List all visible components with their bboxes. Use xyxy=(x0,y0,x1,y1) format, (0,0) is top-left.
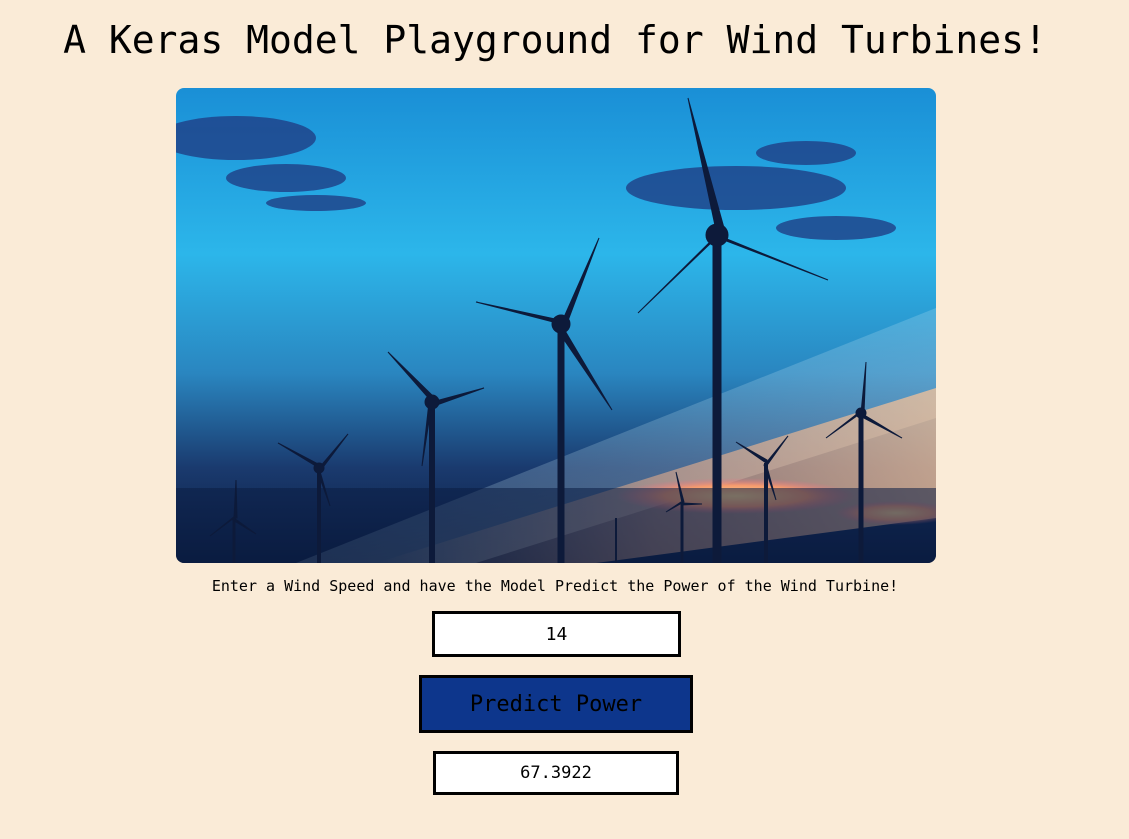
wind-turbine-hero-image xyxy=(176,88,936,563)
page-title: A Keras Model Playground for Wind Turbin… xyxy=(63,18,1047,62)
predicted-power-output: 67.3922 xyxy=(433,751,679,795)
wind-speed-input[interactable] xyxy=(432,611,681,657)
predict-power-button[interactable]: Predict Power xyxy=(419,675,693,733)
instruction-text: Enter a Wind Speed and have the Model Pr… xyxy=(211,577,899,595)
